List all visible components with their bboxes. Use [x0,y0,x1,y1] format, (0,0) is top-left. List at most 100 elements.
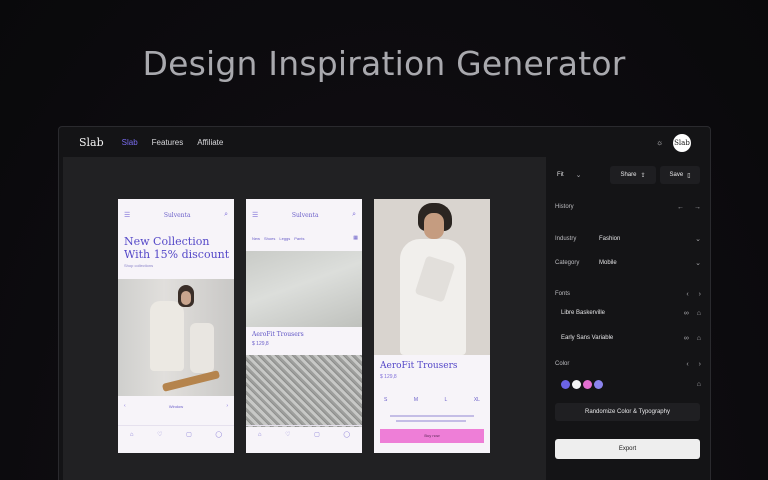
menu-icon: ☰ [252,212,259,219]
user-icon: ◯ [215,432,223,438]
phone-header: ☰ Sulventa ⌕ [246,199,362,231]
chevron-down-icon: ⌄ [575,172,582,179]
lock-icon[interactable]: ⌂ [697,310,701,317]
category-row[interactable]: Category Mobile ⌄ [546,257,710,269]
hero-photo [118,279,234,396]
chip: Pants [294,235,305,241]
phone-brand: Sulventa [291,211,319,219]
color-swatch[interactable] [583,379,592,389]
search-icon: ⌕ [352,211,356,218]
chevron-left-icon[interactable]: ‹ [686,291,688,298]
size-option: S [384,397,388,403]
preview-canvas: ☰ Sulventa ⌕ New Collection With 15% dis… [63,157,546,480]
bag-icon: ▢ [186,432,192,438]
share-icon: ⇪ [640,172,646,179]
category-label: Category [555,260,580,266]
chevron-right-icon[interactable]: › [699,361,701,368]
color-header: Color ‹ › [546,358,710,370]
pager-label: Window [168,403,184,409]
chevron-down-icon: ⌄ [695,236,701,243]
export-button[interactable]: Export [555,439,700,459]
size-option: L [444,397,448,403]
grid-icon: ▦ [353,235,358,241]
lock-icon[interactable]: ⌂ [697,335,701,342]
fonts-header: Fonts ‹ › [546,288,710,300]
nav-slab[interactable]: Slab [122,138,138,147]
category-value: Mobile [599,260,617,266]
link-icon[interactable]: ∞ [684,335,689,342]
industry-label: Industry [555,236,577,242]
heart-icon: ♡ [285,432,291,438]
collection-headline: New Collection With 15% discount [124,235,230,261]
chevron-down-icon: ⌄ [695,260,701,267]
font-2-name: Early Sans Variable [561,335,614,341]
top-bar: Slab Slab Features Affiliate ☼ Slab [59,127,710,157]
carousel-pager: ‹ Window › [118,399,234,413]
product-photo [246,251,362,327]
description-line [390,415,474,417]
product-photo [246,355,362,427]
color-swatch[interactable] [594,379,603,389]
model-photo [374,199,490,355]
phone-preview-home[interactable]: ☰ Sulventa ⌕ New Collection With 15% dis… [118,199,234,453]
industry-row[interactable]: Industry Fashion ⌄ [546,233,710,245]
redo-icon[interactable]: → [694,204,701,211]
hero-title: Design Inspiration Generator [142,44,626,83]
size-selector: S M L XL [384,397,480,403]
undo-icon[interactable]: ← [677,204,684,211]
photo-shape [190,323,214,373]
link-icon[interactable]: ∞ [684,310,689,317]
avatar[interactable]: Slab [673,134,691,152]
share-button[interactable]: Share ⇪ [610,166,656,184]
swatch-row: ⌂ [546,378,710,390]
product-title: AeroFit Trousers [380,361,458,371]
photo-shape [150,301,184,371]
photo-shape [181,291,191,305]
fit-label: Fit [557,172,564,178]
font-row-2: Early Sans Variable ∞ ⌂ [546,332,710,344]
phone-preview-listing[interactable]: ☰ Sulventa ⌕ New Shoes Leggs Pants ▦ Aer… [246,199,362,453]
color-swatch[interactable] [561,379,570,389]
chip: Shoes [264,235,276,241]
buy-button: Buy now [380,429,484,443]
search-icon: ⌕ [224,211,228,218]
chevron-right-icon[interactable]: › [699,291,701,298]
phone-preview-product[interactable]: AeroFit Trousers $ 129,8 S M L XL Buy no… [374,199,490,453]
home-icon: ⌂ [129,431,134,438]
collection-subline: Shop collections [124,263,154,268]
bookmark-icon: ▯ [687,172,691,179]
nav-affiliate[interactable]: Affiliate [197,138,223,147]
home-icon: ⌂ [257,431,262,438]
save-button[interactable]: Save ▯ [660,166,700,184]
chevron-left-icon[interactable]: ‹ [686,361,688,368]
settings-panel: Fit ⌄ Share ⇪ Save ▯ History ← → Industr… [546,157,710,480]
font-row-1: Libre Baskerville ∞ ⌂ [546,307,710,319]
chip: Leggs [279,235,291,241]
font-1-name: Libre Baskerville [561,310,606,316]
phone-tab-bar: ⌂ ♡ ▢ ◯ [246,425,362,443]
next-icon: › [226,403,228,409]
app-window: Slab Slab Features Affiliate ☼ Slab ☰ Su… [58,126,711,480]
sun-icon[interactable]: ☼ [655,138,664,147]
category-chips: New Shoes Leggs Pants ▦ [252,235,358,241]
color-label: Color [555,361,570,367]
history-row: History ← → [546,201,710,213]
size-option: M [413,397,419,403]
photo-shape [161,370,221,392]
color-swatch[interactable] [572,379,581,389]
lock-icon[interactable]: ⌂ [697,381,701,388]
product-name: AeroFit Trousers [252,331,304,338]
user-icon: ◯ [343,432,351,438]
prev-icon: ‹ [124,403,126,409]
size-option: XL [473,397,480,403]
nav-features[interactable]: Features [152,138,184,147]
chip: New [252,235,261,241]
randomize-button[interactable]: Randomize Color & Typography [555,403,700,421]
history-label: History [555,204,574,210]
phone-header: ☰ Sulventa ⌕ [118,199,234,231]
description-line [396,420,466,422]
product-price: $ 129,8 [252,341,269,347]
industry-value: Fashion [599,236,621,242]
share-label: Share [620,172,637,178]
logo[interactable]: Slab [79,136,104,149]
